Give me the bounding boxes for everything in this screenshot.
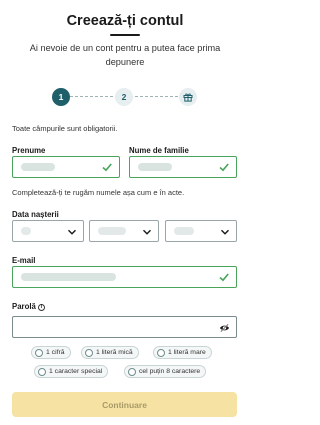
required-note: Toate câmpurile sunt obligatorii.	[12, 124, 118, 133]
title-underline	[110, 34, 140, 36]
eye-off-icon[interactable]	[219, 323, 230, 333]
chevron-down-icon	[67, 229, 77, 235]
step-1: 1	[52, 88, 70, 106]
rule-radio-icon	[157, 348, 165, 357]
chevron-down-icon	[220, 229, 230, 235]
email-label: E-mail	[12, 256, 36, 265]
name-hint: Completează-ți te rugăm numele așa cum e…	[12, 188, 185, 197]
birth-day-select[interactable]	[12, 220, 84, 242]
password-rule-lowercase: 1 literă mică	[81, 346, 139, 359]
first-name-field[interactable]	[12, 156, 120, 178]
check-icon	[102, 163, 112, 172]
rule-radio-icon	[38, 367, 46, 376]
page-title: Creează-ți contul	[66, 13, 184, 29]
password-field[interactable]	[12, 316, 237, 338]
info-icon[interactable]: i	[37, 304, 45, 311]
password-label: Parolă	[12, 302, 36, 311]
rule-radio-icon	[128, 367, 136, 376]
email-value	[21, 273, 116, 281]
birth-year-value	[174, 227, 194, 235]
rule-radio-icon	[85, 348, 93, 357]
password-rule-special: 1 caracter special	[34, 365, 109, 378]
step-3	[179, 88, 197, 106]
password-rule-uppercase: 1 literă mare	[153, 346, 212, 359]
birth-day-value	[21, 227, 31, 235]
email-field[interactable]	[12, 266, 237, 288]
step-2: 2	[115, 88, 133, 106]
password-rule-digit: 1 cifră	[31, 346, 71, 359]
gift-icon	[183, 93, 193, 102]
last-name-label: Nume de familie	[129, 146, 189, 155]
last-name-field[interactable]	[129, 156, 237, 178]
birth-date-label: Data nașterii	[12, 210, 59, 219]
password-label-row: Parolă i	[12, 302, 45, 311]
page-subtitle: Ai nevoie de un cont pentru a putea face…	[29, 43, 221, 67]
password-rule-length: cel puțin 8 caractere	[124, 365, 207, 378]
chevron-down-icon	[142, 229, 152, 235]
rule-radio-icon	[35, 348, 43, 357]
first-name-label: Prenume	[12, 146, 46, 155]
check-icon	[219, 163, 229, 172]
birth-month-value	[98, 227, 126, 235]
birth-month-select[interactable]	[89, 220, 159, 242]
check-icon	[219, 273, 229, 282]
first-name-value	[21, 163, 55, 171]
last-name-value	[138, 163, 172, 171]
continue-button[interactable]: Continuare	[12, 392, 237, 417]
birth-year-select[interactable]	[165, 220, 237, 242]
